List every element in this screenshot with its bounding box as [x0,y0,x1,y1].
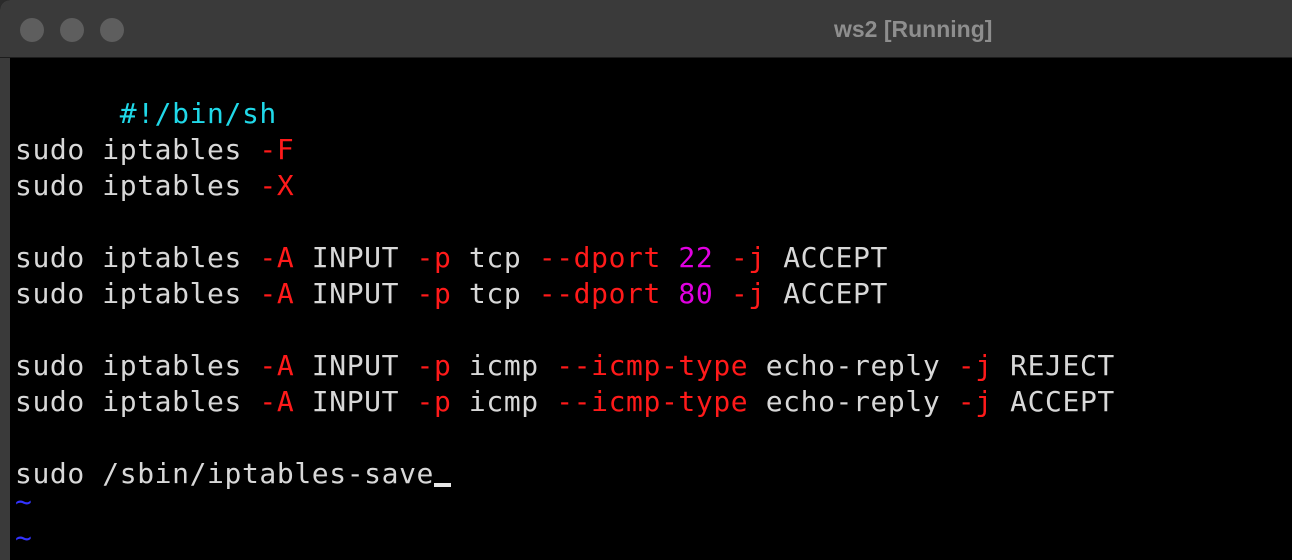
flag-text: -A [259,349,295,382]
flag-text: -A [259,241,295,274]
flag-text: --icmp-type [556,385,749,418]
empty-line-tilde: ~ [15,520,32,556]
space-text [661,241,678,274]
flag-text: -j [730,241,766,274]
flag-text: --icmp-type [556,349,749,382]
icmp-type-text: echo-reply [748,385,958,418]
command-text: sudo iptables [15,169,260,202]
space-text [713,241,730,274]
title-bar[interactable]: ws2 [Running] [0,0,1292,58]
flag-text: -p [416,241,452,274]
flag-text: --dport [538,241,661,274]
target-text: ACCEPT [765,277,888,310]
flag-text: -X [259,169,295,202]
protocol-text: icmp [451,349,557,382]
chain-text: INPUT [294,241,417,274]
target-text: ACCEPT [765,241,888,274]
command-text: sudo iptables [15,241,260,274]
window-title-text: ws2 [Running] [834,16,993,42]
command-text: sudo iptables [15,133,260,166]
editor-line-3: sudo iptables -F [15,132,294,168]
shebang-text: #!/bin/sh [119,97,277,130]
space-text [713,277,730,310]
editor-line-10: sudo iptables -A INPUT -p icmp --icmp-ty… [15,384,1115,420]
editor-line-6: sudo iptables -A INPUT -p tcp --dport 22… [15,240,888,276]
chain-text: INPUT [294,277,417,310]
empty-line-tilde: ~ [15,484,32,520]
flag-text: -p [416,277,452,310]
flag-text: -j [957,349,993,382]
editor-line-12: sudo /sbin/iptables-save [15,456,451,492]
command-text: sudo /sbin/iptables-save [15,457,434,490]
port-number: 22 [678,241,714,274]
terminal-screen[interactable]: #!/bin/sh sudo iptables -F sudo iptables… [10,58,1292,560]
target-text: REJECT [992,349,1115,382]
protocol-text: tcp [451,241,539,274]
target-text: ACCEPT [992,385,1115,418]
tilde-marker: ~ [15,521,33,554]
flag-text: -A [259,385,295,418]
window-left-edge [0,58,10,560]
editor-line-1: #!/bin/sh [15,60,277,130]
editor-line-9: sudo iptables -A INPUT -p icmp --icmp-ty… [15,348,1115,384]
flag-text: -j [730,277,766,310]
flag-text: -p [416,385,452,418]
command-text: sudo iptables [15,277,260,310]
vm-window: ws2 [Running] #!/bin/sh sudo iptables -F… [0,0,1292,560]
window-title: ws2 [Running] [0,0,1292,58]
command-text: sudo iptables [15,385,260,418]
port-number: 80 [678,277,714,310]
tilde-marker: ~ [15,485,33,518]
editor-line-7: sudo iptables -A INPUT -p tcp --dport 80… [15,276,888,312]
flag-text: -A [259,277,295,310]
space-text [661,277,678,310]
flag-text: -F [259,133,295,166]
flag-text: -p [416,349,452,382]
protocol-text: icmp [451,385,557,418]
flag-text: -j [957,385,993,418]
editor-line-4: sudo iptables -X [15,168,294,204]
command-text: sudo iptables [15,349,260,382]
text-cursor [433,483,451,487]
chain-text: INPUT [294,385,417,418]
flag-text: --dport [538,277,661,310]
protocol-text: tcp [451,277,539,310]
icmp-type-text: echo-reply [748,349,958,382]
chain-text: INPUT [294,349,417,382]
